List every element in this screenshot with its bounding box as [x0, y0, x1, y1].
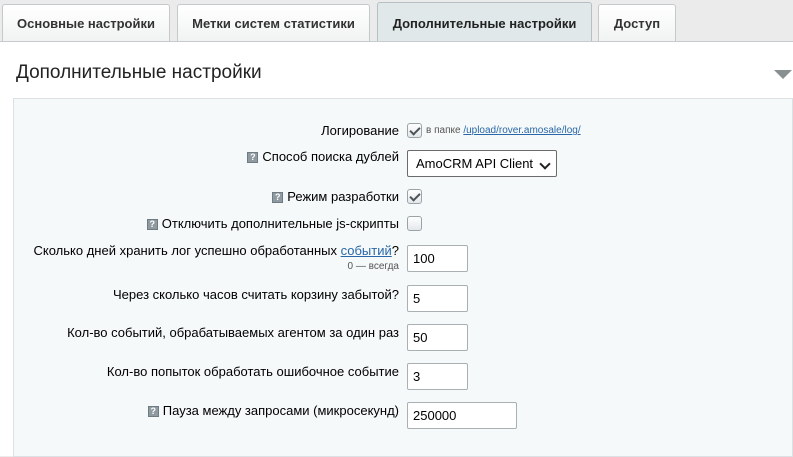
help-icon[interactable]: ?: [147, 406, 159, 417]
dev-mode-label: ? Режим разработки: [272, 189, 399, 204]
collapse-triangle-icon[interactable]: [774, 70, 792, 79]
tab-label: Основные настройки: [17, 15, 155, 31]
cart-hours-input[interactable]: [407, 285, 468, 312]
duplicate-search-text: Способ поиска дублей: [262, 149, 399, 164]
agent-events-input[interactable]: [407, 324, 468, 351]
cart-hours-label: Через сколько часов считать корзину забы…: [113, 287, 399, 302]
help-icon[interactable]: ?: [146, 219, 158, 230]
tab-additional-settings[interactable]: Дополнительные настройки: [377, 2, 592, 43]
disable-js-label: ? Отключить дополнительные js-скрипты: [146, 216, 399, 231]
dev-mode-checkbox[interactable]: [407, 189, 422, 204]
logging-label: Логирование: [321, 123, 399, 138]
agent-events-label: Кол-во событий, обрабатываемых агентом з…: [67, 325, 399, 340]
events-link[interactable]: событий: [341, 243, 392, 258]
tab-access[interactable]: Доступ: [598, 4, 676, 41]
duplicate-search-selected: AmoCRM API Client: [416, 156, 534, 171]
duplicate-search-label: ? Способ поиска дублей: [247, 149, 399, 164]
request-pause-input[interactable]: [407, 402, 517, 429]
tab-label: Доступ: [613, 15, 661, 31]
dev-mode-text: Режим разработки: [287, 189, 399, 204]
request-pause-label: ? Пауза между запросами (микросекунд): [147, 403, 399, 418]
retry-count-label: Кол-во попыток обработать ошибочное собы…: [106, 364, 399, 379]
request-pause-text: Пауза между запросами (микросекунд): [162, 403, 399, 418]
tab-bar: Основные настройки Метки систем статисти…: [0, 0, 793, 43]
logging-checkbox[interactable]: [407, 123, 422, 138]
log-days-sublabel: 0 — всегда: [347, 261, 399, 272]
chevron-down-icon: [539, 158, 551, 170]
help-icon[interactable]: ?: [247, 152, 259, 163]
duplicate-search-select[interactable]: AmoCRM API Client: [407, 150, 557, 177]
settings-form: [13, 98, 793, 457]
log-days-text: Сколько дней хранить лог успешно обработ…: [33, 243, 337, 258]
logging-hint: в папке /upload/rover.amosale/log/: [426, 125, 581, 136]
disable-js-checkbox[interactable]: [407, 216, 422, 231]
tab-main-settings[interactable]: Основные настройки: [2, 4, 170, 41]
tab-label: Дополнительные настройки: [392, 15, 577, 31]
disable-js-text: Отключить дополнительные js-скрипты: [161, 216, 399, 231]
section-title: Дополнительные настройки: [16, 62, 262, 83]
tab-label: Метки систем статистики: [192, 15, 355, 31]
help-icon[interactable]: ?: [272, 192, 284, 203]
log-days-label: Сколько дней хранить лог успешно обработ…: [34, 243, 399, 258]
tab-statistics-tags[interactable]: Метки систем статистики: [177, 4, 370, 41]
log-days-input[interactable]: [407, 245, 468, 272]
log-days-suffix: ?: [391, 243, 399, 258]
log-folder-link[interactable]: /upload/rover.amosale/log/: [463, 125, 580, 136]
logging-hint-prefix: в папке: [426, 125, 461, 136]
retry-count-input[interactable]: [407, 363, 468, 390]
